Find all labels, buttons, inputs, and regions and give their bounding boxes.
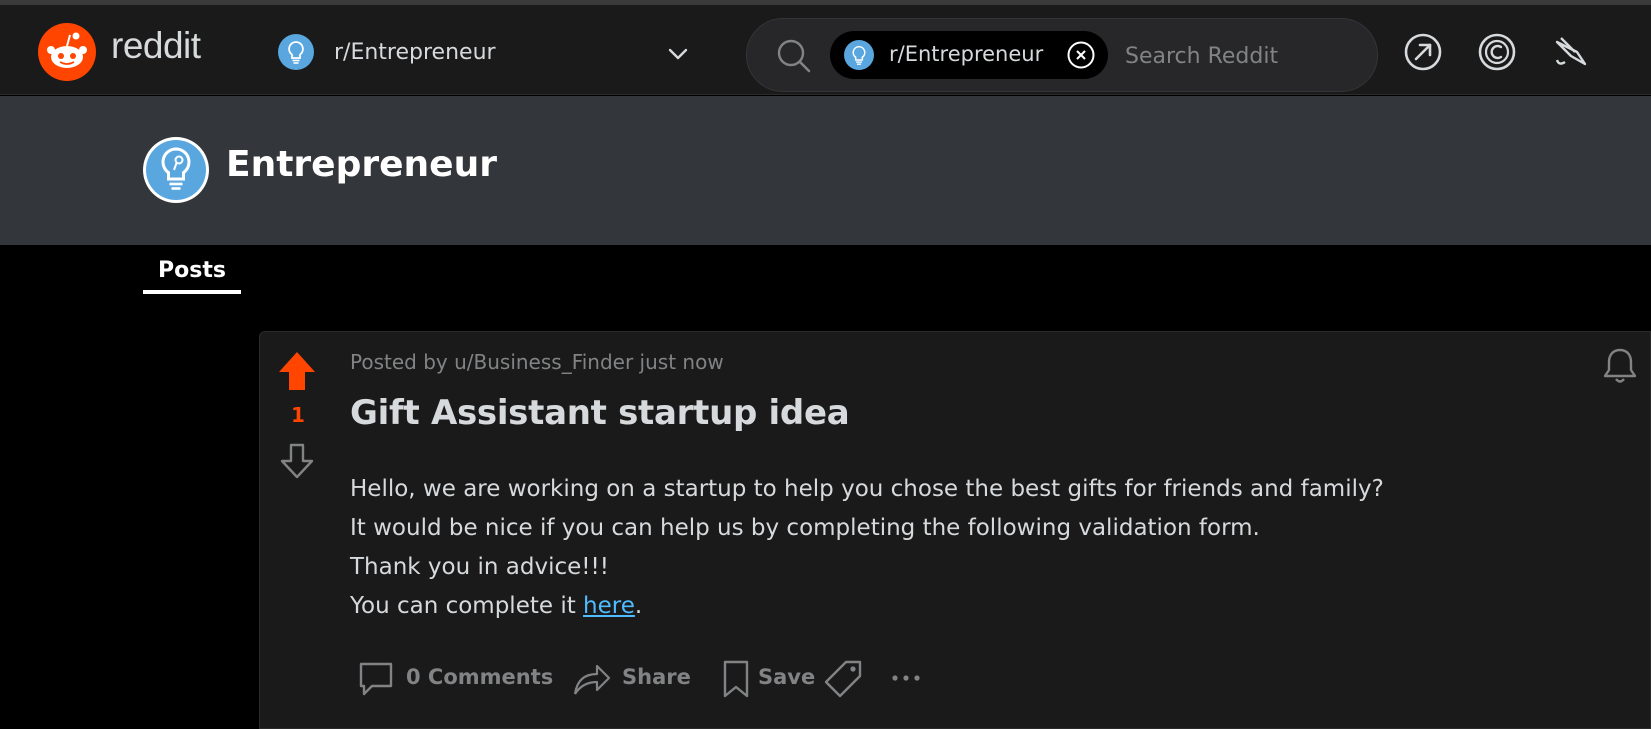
reddit-wordmark[interactable]: reddit xyxy=(111,25,201,67)
notification-bell-icon[interactable] xyxy=(1600,346,1640,386)
save-button[interactable]: Save xyxy=(717,656,817,700)
post-title[interactable]: Gift Assistant startup idea xyxy=(350,393,850,433)
post-body: Hello, we are working on a startup to he… xyxy=(350,470,1384,626)
chevron-down-icon xyxy=(668,48,688,60)
comments-button[interactable]: 0 Comments xyxy=(356,656,553,700)
post-card[interactable]: 1 Posted by u/Business_Finder just now G… xyxy=(259,331,1651,729)
save-label: Save xyxy=(758,665,816,689)
search-icon xyxy=(777,39,811,73)
coins-icon[interactable] xyxy=(1477,32,1517,72)
upvote-arrow-icon[interactable] xyxy=(277,350,317,392)
community-icon xyxy=(278,34,314,70)
post-body-text: You can complete it xyxy=(350,593,584,619)
subreddit-banner: Entrepreneur xyxy=(0,96,1651,245)
post-body-line: It would be nice if you can help us by c… xyxy=(350,515,1260,541)
comment-icon xyxy=(359,662,393,696)
tab-posts[interactable]: Posts xyxy=(143,256,241,294)
post-meta: Posted by u/Business_Finder just now xyxy=(350,350,724,374)
subreddit-avatar xyxy=(143,137,209,203)
comments-label: 0 Comments xyxy=(406,665,554,689)
reddit-logo-icon[interactable] xyxy=(38,23,96,81)
community-dropdown-label: r/Entrepreneur xyxy=(334,40,496,65)
post-body-line: Hello, we are working on a startup to he… xyxy=(350,476,1384,502)
vote-count: 1 xyxy=(291,403,305,427)
tag-button[interactable] xyxy=(824,656,868,700)
advertise-icon[interactable] xyxy=(1551,32,1591,72)
more-options-button[interactable] xyxy=(886,656,930,700)
form-link[interactable]: here xyxy=(583,593,635,619)
community-dropdown[interactable]: r/Entrepreneur xyxy=(268,23,702,79)
search-bar[interactable]: r/Entrepreneur xyxy=(746,18,1378,92)
share-button[interactable]: Share xyxy=(571,656,691,700)
more-options-icon xyxy=(892,675,920,681)
subreddit-title: Entrepreneur xyxy=(226,144,497,185)
top-header: reddit r/Entrepreneur r/Entrepreneur xyxy=(0,5,1651,95)
popular-arrow-icon[interactable] xyxy=(1403,32,1443,72)
post-body-text: . xyxy=(634,593,643,619)
share-label: Share xyxy=(622,665,691,689)
tag-icon xyxy=(824,660,862,698)
search-input[interactable] xyxy=(1125,39,1355,73)
bookmark-icon xyxy=(723,660,749,698)
search-community-chip[interactable]: r/Entrepreneur xyxy=(830,31,1108,79)
community-icon xyxy=(844,40,874,70)
post-body-line: Thank you in advice!!! xyxy=(350,554,609,580)
search-chip-label: r/Entrepreneur xyxy=(889,42,1044,66)
share-icon xyxy=(573,664,611,695)
post-body-line: You can complete it here. xyxy=(350,587,1384,626)
downvote-arrow-icon[interactable] xyxy=(279,442,315,480)
close-icon[interactable] xyxy=(1066,40,1096,70)
